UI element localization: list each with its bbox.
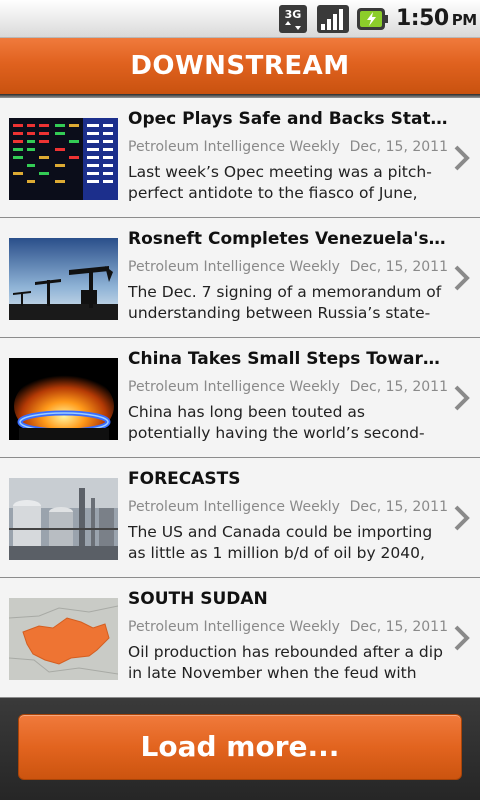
article-item[interactable]: China Takes Small Steps Toward Sh... Pet… bbox=[0, 338, 480, 458]
map-image bbox=[9, 598, 118, 680]
article-title: Rosneft Completes Venezuela's Car... bbox=[128, 229, 448, 249]
article-item[interactable]: Opec Plays Safe and Backs Status ... Pet… bbox=[0, 98, 480, 218]
status-bar: 3G 1:50 PM bbox=[0, 0, 480, 38]
article-thumbnail bbox=[9, 478, 118, 560]
status-clock: 1:50 PM bbox=[396, 6, 477, 31]
clock-time: 1:50 bbox=[396, 6, 449, 31]
stock-ticker-image bbox=[9, 118, 118, 200]
load-more-button[interactable]: Load more... bbox=[18, 714, 462, 780]
clock-ampm: PM bbox=[451, 11, 477, 29]
article-date: Dec, 15, 2011 bbox=[349, 379, 448, 395]
article-title: Opec Plays Safe and Backs Status ... bbox=[128, 109, 448, 129]
article-source: Petroleum Intelligence Weekly bbox=[128, 139, 340, 155]
app-header: DOWNSTREAM bbox=[0, 38, 480, 94]
article-summary: China has long been touted as potentiall… bbox=[128, 403, 425, 442]
chevron-right-icon bbox=[454, 505, 470, 531]
article-date: Dec, 15, 2011 bbox=[349, 259, 448, 275]
article-item[interactable]: FORECASTS Petroleum Intelligence Weekly … bbox=[0, 458, 480, 578]
article-summary: The Dec. 7 signing of a memorandum of un… bbox=[128, 283, 442, 322]
article-meta: Petroleum Intelligence Weekly Dec, 15, 2… bbox=[128, 139, 448, 155]
article-source: Petroleum Intelligence Weekly bbox=[128, 379, 340, 395]
article-meta: Petroleum Intelligence Weekly Dec, 15, 2… bbox=[128, 379, 448, 395]
article-date: Dec, 15, 2011 bbox=[349, 619, 448, 635]
article-meta: Petroleum Intelligence Weekly Dec, 15, 2… bbox=[128, 259, 448, 275]
article-meta: Petroleum Intelligence Weekly Dec, 15, 2… bbox=[128, 619, 448, 635]
footer-bar: Load more... bbox=[0, 698, 480, 800]
article-date: Dec, 15, 2011 bbox=[349, 499, 448, 515]
signal-strength-icon bbox=[317, 5, 349, 33]
chevron-right-icon bbox=[454, 385, 470, 411]
article-title: China Takes Small Steps Toward Sh... bbox=[128, 349, 448, 369]
article-thumbnail bbox=[9, 118, 118, 200]
article-source: Petroleum Intelligence Weekly bbox=[128, 259, 340, 275]
chevron-right-icon bbox=[454, 145, 470, 171]
article-summary: Oil production has rebounded after a dip… bbox=[128, 643, 443, 682]
article-item[interactable]: Rosneft Completes Venezuela's Car... Pet… bbox=[0, 218, 480, 338]
gas-flame-image bbox=[9, 358, 118, 440]
page-title: DOWNSTREAM bbox=[130, 51, 350, 81]
article-title: SOUTH SUDAN bbox=[128, 589, 268, 609]
article-summary: Last week’s Opec meeting was a pitch-per… bbox=[128, 163, 432, 202]
pumpjack-image bbox=[9, 238, 118, 320]
battery-charging-icon bbox=[357, 8, 388, 30]
article-thumbnail bbox=[9, 358, 118, 440]
article-item[interactable]: SOUTH SUDAN Petroleum Intelligence Weekl… bbox=[0, 578, 480, 698]
chevron-right-icon bbox=[454, 265, 470, 291]
article-title: FORECASTS bbox=[128, 469, 241, 489]
article-meta: Petroleum Intelligence Weekly Dec, 15, 2… bbox=[128, 499, 448, 515]
article-date: Dec, 15, 2011 bbox=[349, 139, 448, 155]
3g-data-icon: 3G bbox=[279, 5, 307, 33]
article-source: Petroleum Intelligence Weekly bbox=[128, 619, 340, 635]
article-source: Petroleum Intelligence Weekly bbox=[128, 499, 340, 515]
chevron-right-icon bbox=[454, 625, 470, 651]
article-thumbnail bbox=[9, 238, 118, 320]
svg-text:3G: 3G bbox=[285, 8, 302, 21]
article-list: Opec Plays Safe and Backs Status ... Pet… bbox=[0, 98, 480, 698]
article-thumbnail bbox=[9, 598, 118, 680]
refinery-image bbox=[9, 478, 118, 560]
article-summary: The US and Canada could be importing as … bbox=[128, 523, 433, 562]
